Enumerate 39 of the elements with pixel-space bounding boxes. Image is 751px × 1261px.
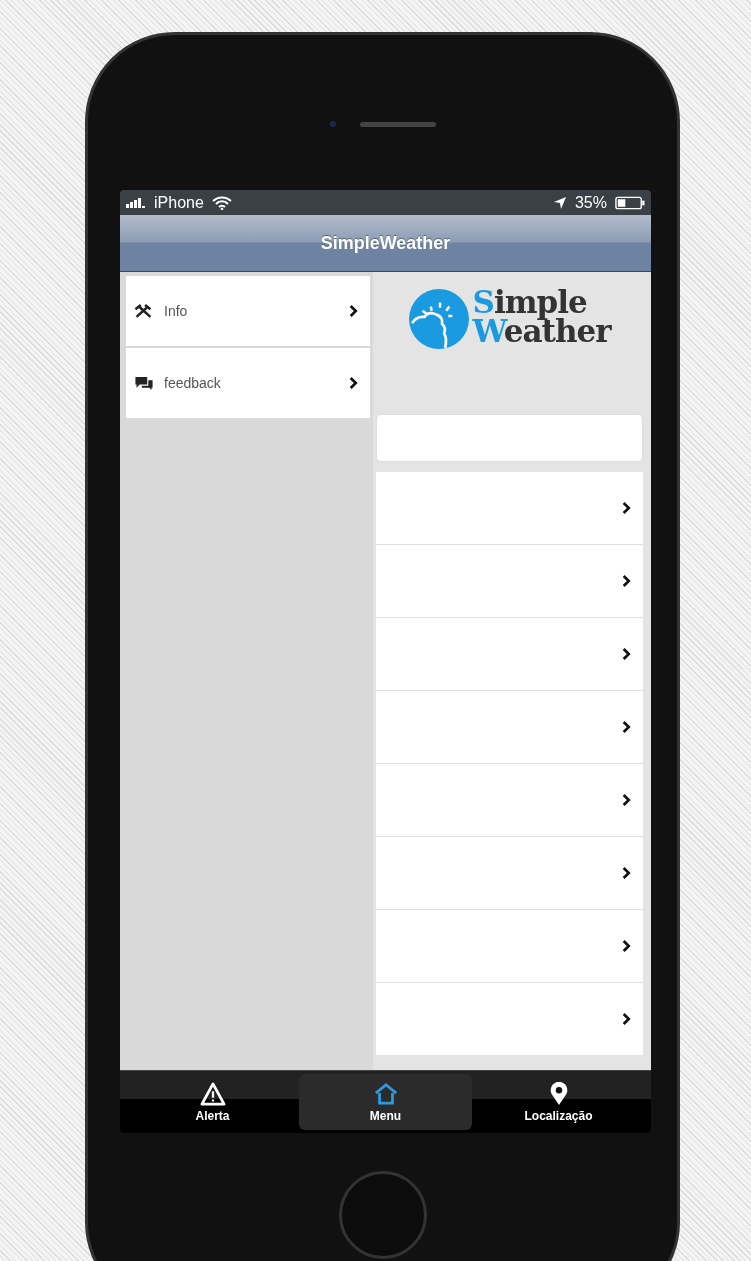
menu-item[interactable]: feedback (126, 348, 370, 418)
chevron-icon (622, 939, 631, 953)
carrier-name: iPhone (154, 193, 204, 212)
list-row[interactable] (376, 618, 643, 690)
signal-icon (126, 197, 146, 208)
location-arrow-icon (552, 195, 567, 210)
logo-text: Weather (472, 317, 611, 347)
camera-icon (329, 121, 336, 127)
menu-item[interactable]: Info (126, 276, 370, 346)
input-field[interactable] (376, 414, 643, 462)
tab[interactable]: Localização (472, 1074, 645, 1130)
app-title: SimpleWeather (320, 232, 451, 254)
chevron-icon (622, 647, 631, 661)
warning-icon (199, 1081, 226, 1106)
chevron-icon (622, 1012, 631, 1026)
home-icon (372, 1081, 399, 1106)
list-row[interactable] (376, 545, 643, 617)
tools-icon (134, 303, 154, 319)
list-row[interactable] (376, 910, 643, 982)
battery-percent: 35% (574, 193, 607, 212)
chevron-icon (622, 501, 631, 515)
battery-icon (615, 195, 645, 210)
sun-cloud-logo-icon (408, 288, 471, 350)
logo-text: Simple (472, 288, 587, 318)
chevron-icon (622, 720, 631, 734)
list-row[interactable] (376, 764, 643, 836)
list-row[interactable] (376, 837, 643, 909)
chat-icon (134, 375, 154, 391)
tab[interactable]: Menu (299, 1074, 472, 1130)
list-row[interactable] (376, 691, 643, 763)
chevron-icon (622, 793, 631, 807)
chevron-icon (349, 304, 358, 318)
chevron-icon (622, 866, 631, 880)
tab[interactable]: Alerta (126, 1074, 299, 1130)
wifi-icon (211, 195, 232, 210)
list-row[interactable] (376, 983, 643, 1055)
chevron-icon (622, 574, 631, 588)
list-row[interactable] (376, 472, 643, 544)
chevron-icon (349, 376, 358, 390)
